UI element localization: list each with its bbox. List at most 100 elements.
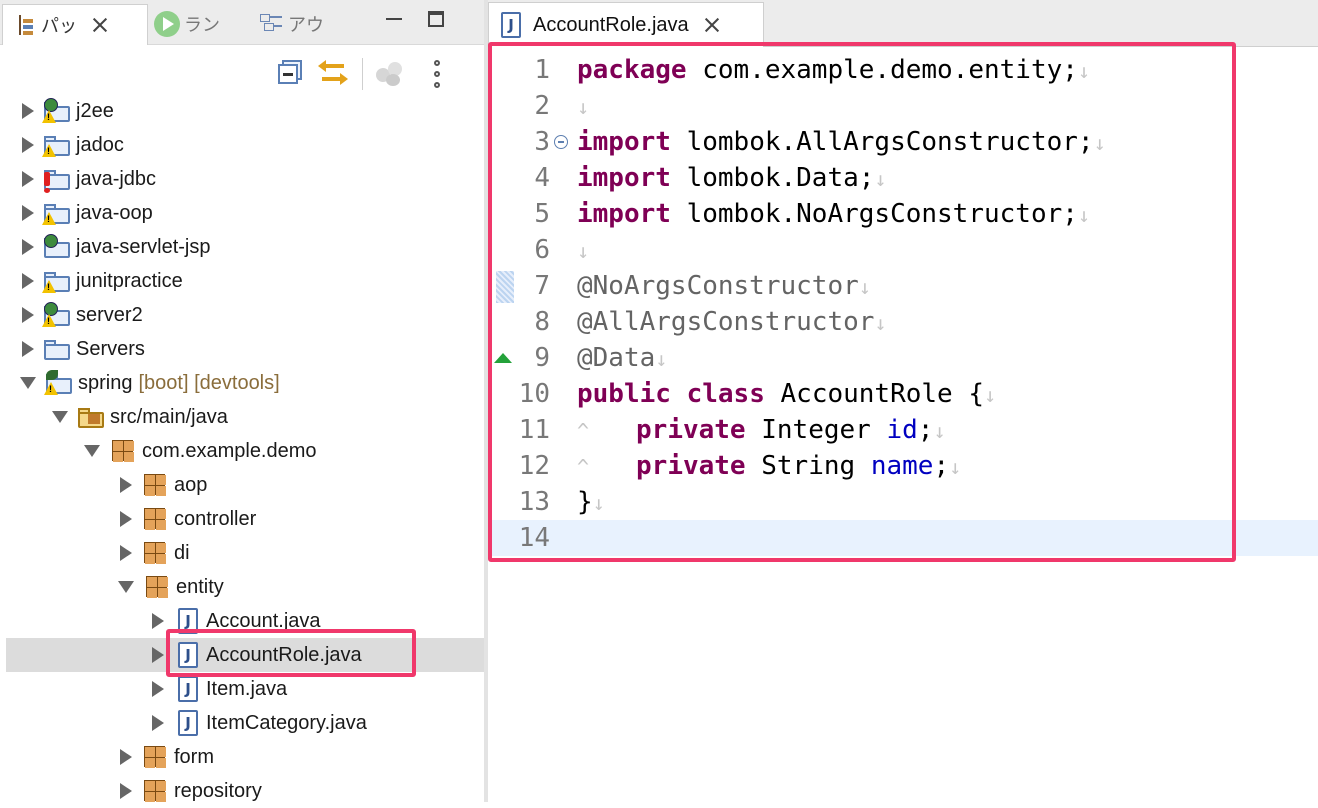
- line-number: 7: [534, 271, 550, 301]
- tree-item-label: controller: [174, 507, 257, 530]
- collapse-all-icon[interactable]: [278, 60, 302, 84]
- code-text: @Data↓: [577, 343, 668, 373]
- package-explorer-panel: パッ ラン アウ ! j2ee ! jadoc java-jdbc ! java…: [0, 0, 616, 802]
- tree-item-label: server2: [76, 303, 143, 326]
- tree-item-spring[interactable]: ! spring [boot] [devtools]: [6, 366, 484, 400]
- maximize-icon[interactable]: [428, 11, 444, 27]
- focus-icon[interactable]: [376, 60, 404, 88]
- view-toolbar: [0, 44, 484, 94]
- code-text: public class AccountRole {↓: [577, 379, 997, 409]
- expand-arrow-icon[interactable]: [22, 205, 34, 221]
- collapse-arrow-icon[interactable]: [20, 377, 36, 389]
- tree-item-java-jdbc[interactable]: java-jdbc: [6, 162, 486, 196]
- java-file-icon: J: [172, 642, 202, 668]
- code-line: 1 package com.example.demo.entity;↓: [488, 52, 1318, 88]
- tree-item-label: spring: [78, 371, 133, 394]
- expand-arrow-icon[interactable]: [120, 749, 132, 765]
- tree-item-label: repository: [174, 779, 262, 802]
- minimize-icon[interactable]: [386, 18, 402, 20]
- collapse-arrow-icon[interactable]: [118, 581, 134, 593]
- tree-item-jadoc[interactable]: ! jadoc: [6, 128, 486, 162]
- line-number: 13: [518, 487, 550, 517]
- tree-item-label: AccountRole.java: [206, 643, 362, 666]
- java-file-icon: J: [501, 12, 521, 38]
- tree-item-server2[interactable]: ! server2: [6, 298, 486, 332]
- code-area[interactable]: 1 package com.example.demo.entity;↓ 2 ↓ …: [488, 52, 1318, 572]
- project-decoration: [boot] [devtools]: [138, 371, 280, 394]
- tree-item-label: java-jdbc: [76, 167, 157, 190]
- tree-item-junitpractice[interactable]: ! junitpractice: [6, 264, 486, 298]
- expand-arrow-icon[interactable]: [22, 239, 34, 255]
- tree-item-com-example-demo[interactable]: com.example.demo: [6, 434, 548, 468]
- tree-item-label: jadoc: [76, 133, 124, 156]
- code-line: 9 @Data↓: [488, 340, 1318, 376]
- code-line: 13 }↓: [488, 484, 1318, 520]
- java-editor: J AccountRole.java 1 package com.example…: [488, 0, 1318, 802]
- code-text: @NoArgsConstructor↓: [577, 271, 871, 301]
- java-file-icon: J: [172, 710, 202, 736]
- toolbar-separator: [362, 58, 363, 90]
- tab-outline[interactable]: アウ: [258, 4, 358, 44]
- tab-run[interactable]: ラン: [154, 4, 252, 44]
- expand-arrow-icon[interactable]: [22, 103, 34, 119]
- expand-arrow-icon[interactable]: [22, 307, 34, 323]
- tree-item-label: entity: [176, 575, 224, 598]
- expand-arrow-icon[interactable]: [22, 273, 34, 289]
- tree-item-label: Account.java: [206, 609, 321, 632]
- tab-package-explorer[interactable]: パッ: [2, 4, 148, 45]
- code-line: 2 ↓: [488, 88, 1318, 124]
- link-with-editor-icon[interactable]: [318, 60, 348, 86]
- expand-arrow-icon[interactable]: [152, 715, 164, 731]
- expand-arrow-icon[interactable]: [152, 613, 164, 629]
- expand-arrow-icon[interactable]: [22, 341, 34, 357]
- tree-item-java-servlet-jsp[interactable]: java-servlet-jsp: [6, 230, 486, 264]
- line-number: 9: [534, 343, 550, 373]
- tree-item-java-oop[interactable]: ! java-oop: [6, 196, 486, 230]
- web-project-warning-icon: !: [42, 302, 72, 328]
- package-icon: [140, 472, 170, 498]
- package-icon: [140, 540, 170, 566]
- code-line: 12 ^ private String name;↓: [488, 448, 1318, 484]
- expand-arrow-icon[interactable]: [152, 681, 164, 697]
- code-text: ↓: [577, 95, 590, 119]
- java-project-warning-icon: !: [42, 200, 72, 226]
- tree-item-src-main-java[interactable]: src/main/java: [6, 400, 516, 434]
- package-icon: [108, 438, 138, 464]
- expand-arrow-icon[interactable]: [152, 647, 164, 663]
- fold-collapse-icon[interactable]: [554, 135, 568, 149]
- code-text: @AllArgsConstructor↓: [577, 307, 887, 337]
- line-number: 2: [534, 91, 550, 121]
- code-line: 11 ^ private Integer id;↓: [488, 412, 1318, 448]
- tree-item-label: ItemCategory.java: [206, 711, 367, 734]
- collapse-arrow-icon[interactable]: [84, 445, 100, 457]
- line-number: 4: [534, 163, 550, 193]
- source-folder-icon: [76, 404, 106, 430]
- spring-project-warning-icon: !: [44, 370, 74, 396]
- expand-arrow-icon[interactable]: [120, 477, 132, 493]
- view-menu-icon[interactable]: [432, 60, 442, 90]
- web-project-warning-icon: !: [42, 98, 72, 124]
- expand-arrow-icon[interactable]: [22, 137, 34, 153]
- expand-arrow-icon[interactable]: [22, 171, 34, 187]
- tree-item-label: j2ee: [76, 99, 114, 122]
- tab-accountrole-java[interactable]: J AccountRole.java: [488, 2, 764, 47]
- line-number: 6: [534, 235, 550, 265]
- tree-item-label: Servers: [76, 337, 145, 360]
- code-line: 4 import lombok.Data;↓: [488, 160, 1318, 196]
- package-icon: [142, 574, 172, 600]
- expand-arrow-icon[interactable]: [120, 511, 132, 527]
- expand-arrow-icon[interactable]: [120, 545, 132, 561]
- close-icon[interactable]: [703, 16, 721, 34]
- project-tree: ! j2ee ! jadoc java-jdbc ! java-oop java…: [0, 94, 616, 802]
- expand-arrow-icon[interactable]: [120, 783, 132, 799]
- tree-item-label: aop: [174, 473, 208, 496]
- tree-item-j2ee[interactable]: ! j2ee: [6, 94, 486, 128]
- collapse-arrow-icon[interactable]: [52, 411, 68, 423]
- line-number: 5: [534, 199, 550, 229]
- close-icon[interactable]: [91, 16, 109, 34]
- tree-item-servers[interactable]: Servers: [6, 332, 486, 366]
- code-text: package com.example.demo.entity;↓: [577, 55, 1090, 85]
- java-file-icon: J: [172, 676, 202, 702]
- tree-item-label: java-oop: [76, 201, 153, 224]
- code-line: 8 @AllArgsConstructor↓: [488, 304, 1318, 340]
